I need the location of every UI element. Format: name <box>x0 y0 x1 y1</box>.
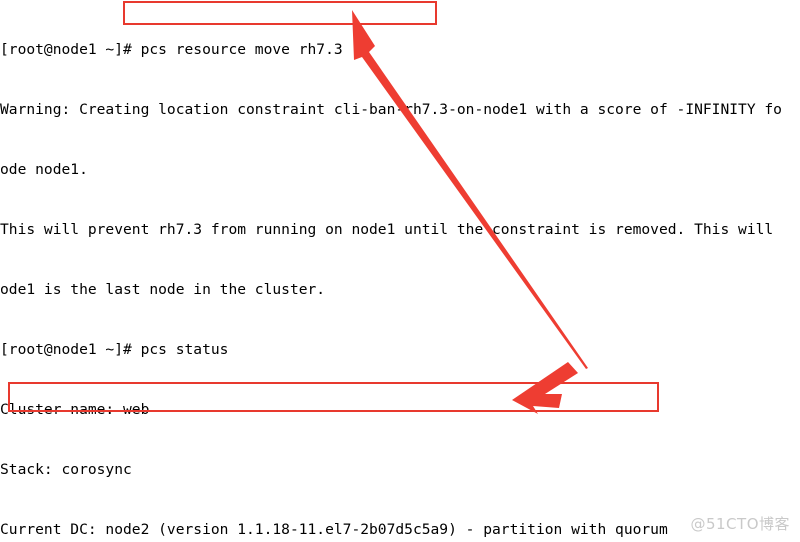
terminal-line-cluster-name: Cluster name: web <box>0 401 150 418</box>
terminal-output[interactable]: [root@node1 ~]# pcs resource move rh7.3 … <box>0 0 800 542</box>
terminal-screenshot: [root@node1 ~]# pcs resource move rh7.3 … <box>0 0 800 542</box>
terminal-line-warning-2: This will prevent rh7.3 from running on … <box>0 221 774 238</box>
terminal-line-current-dc: Current DC: node2 (version 1.1.18-11.el7… <box>0 521 668 538</box>
terminal-line-stack: Stack: corosync <box>0 461 132 478</box>
terminal-line-warning-1: Warning: Creating location constraint cl… <box>0 101 782 118</box>
terminal-line-warning-1-continued: ode node1. <box>0 161 88 178</box>
terminal-line-command-move: [root@node1 ~]# pcs resource move rh7.3 <box>0 41 343 58</box>
site-watermark: @51CTO博客 <box>690 515 790 533</box>
terminal-line-warning-2-continued: ode1 is the last node in the cluster. <box>0 281 326 298</box>
terminal-line-command-status: [root@node1 ~]# pcs status <box>0 341 229 358</box>
